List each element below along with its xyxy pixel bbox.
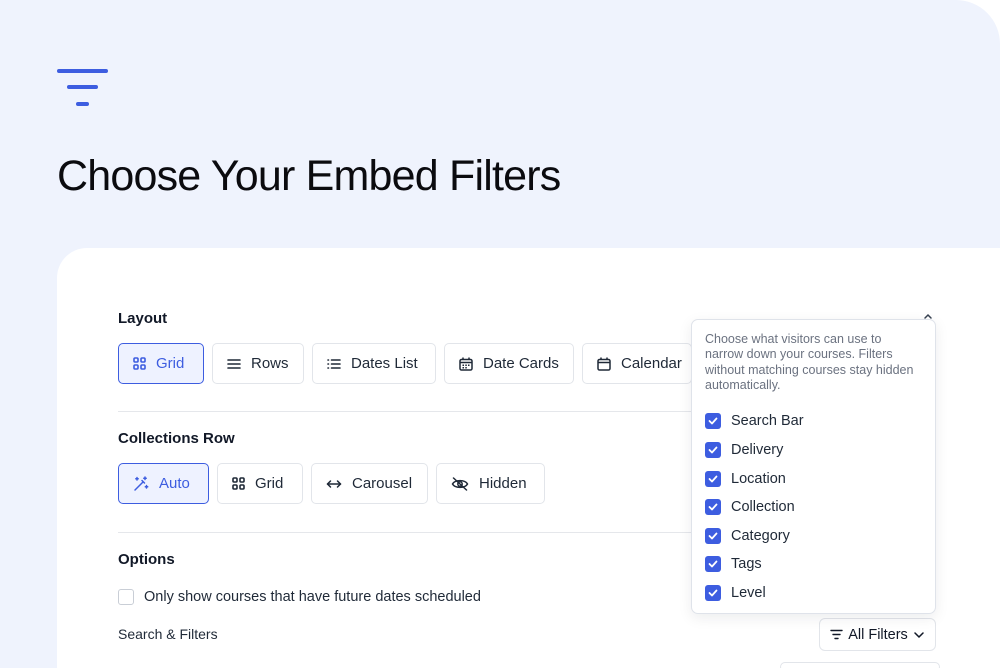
page-title: Choose Your Embed Filters	[57, 152, 561, 200]
collections-grid-button[interactable]: Grid	[217, 463, 303, 504]
grid-icon	[232, 477, 245, 490]
eye-off-icon	[451, 476, 469, 491]
filter-option-category[interactable]: Category	[705, 522, 923, 551]
collections-auto-button[interactable]: Auto	[118, 463, 209, 504]
all-filters-button[interactable]: All Filters	[819, 618, 936, 651]
future-dates-label: Only show courses that have future dates…	[144, 589, 481, 605]
layout-date-cards-label: Date Cards	[483, 355, 559, 372]
options-label: Options	[118, 551, 175, 568]
chevron-down-icon	[914, 631, 924, 638]
filter-icon	[830, 629, 843, 640]
calendar-grid-icon	[459, 357, 473, 371]
future-dates-option[interactable]: Only show courses that have future dates…	[118, 589, 481, 605]
partial-control	[780, 662, 940, 668]
layout-calendar-label: Calendar	[621, 355, 682, 372]
collections-options: Auto Grid Carousel Hidden	[118, 463, 545, 504]
filter-option-label: Tags	[731, 556, 762, 573]
filter-option-label: Category	[731, 527, 790, 544]
collections-row-label: Collections Row	[118, 430, 235, 447]
layout-grid-button[interactable]: Grid	[118, 343, 204, 384]
collections-hidden-button[interactable]: Hidden	[436, 463, 545, 504]
layout-calendar-button[interactable]: Calendar	[582, 343, 692, 384]
rows-icon	[227, 358, 241, 369]
filters-help-text: Choose what visitors can use to narrow d…	[705, 332, 914, 392]
filter-option-label: Search Bar	[731, 413, 804, 430]
check-icon	[708, 418, 718, 425]
filters-dropdown: Choose what visitors can use to narrow d…	[691, 319, 936, 614]
checkbox-checked[interactable]	[705, 527, 721, 544]
collections-carousel-button[interactable]: Carousel	[311, 463, 428, 504]
check-icon	[708, 475, 718, 483]
filter-option-label: Delivery	[731, 442, 784, 459]
layout-date-cards-button[interactable]: Date Cards	[444, 343, 574, 384]
grid-icon	[133, 357, 146, 370]
calendar-icon	[597, 357, 611, 371]
layout-rows-button[interactable]: Rows	[212, 343, 304, 384]
layout-options: Grid Rows Dates List Date Cards Calendar	[118, 343, 692, 384]
layout-label: Layout	[118, 310, 168, 327]
filter-option-location[interactable]: Location	[705, 464, 923, 493]
collections-hidden-label: Hidden	[479, 475, 527, 492]
arrows-horizontal-icon	[326, 479, 342, 488]
check-icon	[708, 503, 718, 511]
layout-rows-label: Rows	[251, 355, 289, 372]
filter-option-collection[interactable]: Collection	[705, 493, 923, 522]
divider	[118, 532, 718, 533]
checkbox-checked[interactable]	[705, 442, 721, 459]
filter-option-label: Collection	[731, 499, 795, 516]
layout-dates-list-label: Dates List	[351, 355, 418, 372]
check-icon	[708, 561, 718, 568]
layout-grid-label: Grid	[156, 355, 185, 372]
all-filters-label: All Filters	[848, 626, 908, 643]
filter-option-label: Level	[731, 585, 766, 602]
check-icon	[708, 446, 718, 454]
divider	[118, 411, 718, 412]
magic-wand-icon	[134, 475, 149, 491]
filter-logo-icon	[57, 69, 108, 106]
filter-option-tags[interactable]: Tags	[705, 550, 923, 579]
collections-carousel-label: Carousel	[352, 475, 413, 492]
filter-option-delivery[interactable]: Delivery	[705, 436, 923, 465]
future-dates-checkbox[interactable]	[118, 589, 134, 605]
checkbox-checked[interactable]	[705, 556, 721, 573]
filters-list: Search Bar Delivery Location Collection …	[705, 407, 923, 607]
filter-option-search-bar[interactable]: Search Bar	[705, 407, 923, 436]
list-icon	[327, 358, 341, 369]
layout-dates-list-button[interactable]: Dates List	[312, 343, 436, 384]
check-icon	[708, 532, 718, 540]
collections-grid-label: Grid	[255, 475, 284, 492]
filter-option-label: Location	[731, 470, 786, 487]
collections-auto-label: Auto	[159, 475, 190, 492]
check-icon	[708, 589, 718, 597]
search-filters-label: Search & Filters	[118, 626, 218, 642]
filter-option-level[interactable]: Level	[705, 579, 923, 608]
checkbox-checked[interactable]	[705, 470, 721, 487]
checkbox-checked[interactable]	[705, 413, 721, 430]
checkbox-checked[interactable]	[705, 499, 721, 516]
checkbox-checked[interactable]	[705, 585, 721, 602]
